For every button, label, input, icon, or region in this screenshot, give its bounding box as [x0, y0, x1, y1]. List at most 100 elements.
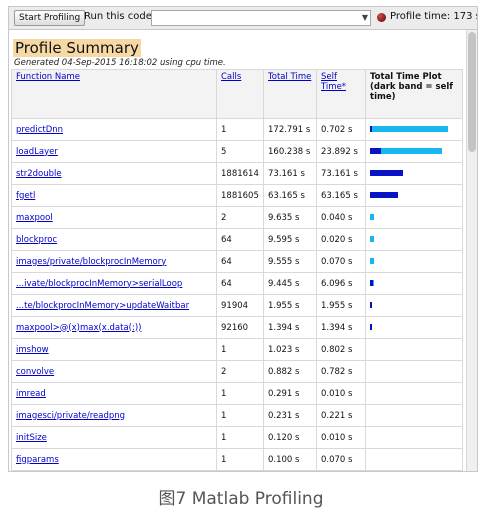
- self-time-bar: [370, 280, 373, 286]
- time-plot-bar: [370, 449, 458, 470]
- self-time-bar: [370, 324, 372, 330]
- total-time-cell: 160.238 s: [263, 140, 317, 163]
- function-name-link[interactable]: imshow: [11, 338, 217, 361]
- function-name-link[interactable]: blockproc: [11, 228, 217, 251]
- table-row: maxpool>@(x)max(x.data(:)) 92160 1.394 s 1.…: [11, 316, 463, 339]
- table-row: ...ivate/blockprocInMemory>serialLoop 64 9…: [11, 272, 463, 295]
- calls-cell: 1: [216, 448, 264, 471]
- chevron-down-icon[interactable]: ▼: [362, 11, 368, 25]
- time-plot-bar: [370, 251, 458, 272]
- calls-cell: 2: [216, 360, 264, 383]
- calls-cell: 1881605: [216, 184, 264, 207]
- function-name-link[interactable]: convolve: [11, 360, 217, 383]
- time-plot-bar: [370, 427, 458, 448]
- function-name-link[interactable]: predictDnn: [11, 118, 217, 141]
- total-time-cell: 0.100 s: [263, 448, 317, 471]
- time-plot-bar: [370, 317, 458, 338]
- time-plot-bar: [370, 229, 458, 250]
- table-row: squeeze23040.100 s0.100 s: [11, 470, 463, 471]
- self-time-cell: 0.020 s: [316, 228, 366, 251]
- function-name-link[interactable]: ...ivate/blockprocInMemory>serialLoop: [11, 272, 217, 295]
- run-code-input[interactable]: ▼: [151, 10, 371, 26]
- total-time-cell: 172.791 s: [263, 118, 317, 141]
- self-time-cell: 1.955 s: [316, 294, 366, 317]
- function-name-link[interactable]: imagesci/private/readpng: [11, 404, 217, 427]
- time-plot-cell: [365, 184, 463, 207]
- function-name-link[interactable]: imread: [11, 382, 217, 405]
- self-time-cell: 0.782 s: [316, 360, 366, 383]
- function-name-link[interactable]: maxpool>@(x)max(x.data(:)): [11, 316, 217, 339]
- total-time-cell: 9.595 s: [263, 228, 317, 251]
- figure-caption: 图7 Matlab Profiling: [158, 489, 324, 509]
- column-total-time-plot: Total Time Plot (dark band = self time): [365, 69, 463, 119]
- table-row: images/private/blockprocInMemory 64 9.555 …: [11, 250, 463, 273]
- self-time-cell: 0.100 s: [316, 470, 366, 471]
- time-plot-cell: [365, 272, 463, 295]
- self-time-cell: 0.040 s: [316, 206, 366, 229]
- table-row: figparams 1 0.100 s 0.070 s: [11, 448, 463, 471]
- calls-cell: 1: [216, 118, 264, 141]
- self-time-cell: 23.892 s: [316, 140, 366, 163]
- calls-cell: 92160: [216, 316, 264, 339]
- time-plot-bar: [370, 295, 458, 316]
- total-time-cell: 9.555 s: [263, 250, 317, 273]
- table-row: initSize 1 0.120 s 0.010 s: [11, 426, 463, 449]
- record-dot-icon: [377, 13, 386, 22]
- time-plot-bar: [370, 141, 458, 162]
- self-time-bar: [370, 126, 372, 132]
- self-time-cell: 0.802 s: [316, 338, 366, 361]
- scrollbar-thumb[interactable]: [468, 32, 476, 152]
- total-time-bar: [370, 214, 374, 220]
- page-title: Profile Summary: [13, 39, 141, 57]
- vertical-scrollbar[interactable]: [466, 30, 477, 471]
- function-name-link[interactable]: images/private/blockprocInMemory: [11, 250, 217, 273]
- table-row: predictDnn 1 172.791 s 0.702 s: [11, 118, 463, 141]
- function-name-link[interactable]: initSize: [11, 426, 217, 449]
- table-row: blockproc 64 9.595 s 0.020 s: [11, 228, 463, 251]
- generated-info: Generated 04-Sep-2015 16:18:02 using cpu…: [14, 58, 226, 68]
- time-plot-bar: [370, 207, 458, 228]
- self-time-bar: [370, 192, 398, 198]
- time-plot-cell: [365, 294, 463, 317]
- time-plot-cell: [365, 250, 463, 273]
- function-name-link[interactable]: figparams: [11, 448, 217, 471]
- function-name-link[interactable]: str2double: [11, 162, 217, 185]
- time-plot-bar: [370, 163, 458, 184]
- profile-time-label: Profile time: 173 sec: [390, 11, 477, 22]
- self-time-bar: [370, 148, 381, 154]
- time-plot-cell: [365, 426, 463, 449]
- column-self-time[interactable]: Self Time*: [316, 69, 366, 119]
- time-plot-cell: [365, 448, 463, 471]
- function-name-link[interactable]: ...te/blockprocInMemory>updateWaitbar: [11, 294, 217, 317]
- total-time-cell: 73.161 s: [263, 162, 317, 185]
- calls-cell: 64: [216, 228, 264, 251]
- profiler-toolbar: Start Profiling Run this code: ▼ Profile…: [9, 7, 477, 30]
- function-name-link[interactable]: fgetl: [11, 184, 217, 207]
- total-time-cell: 0.291 s: [263, 382, 317, 405]
- calls-cell: 1: [216, 382, 264, 405]
- column-calls[interactable]: Calls: [216, 69, 264, 119]
- time-plot-cell: [365, 404, 463, 427]
- self-time-cell: 1.394 s: [316, 316, 366, 339]
- function-name-link[interactable]: loadLayer: [11, 140, 217, 163]
- table-row: imagesci/private/readpng 1 0.231 s 0.221 s: [11, 404, 463, 427]
- table-row: loadLayer 5 160.238 s 23.892 s: [11, 140, 463, 163]
- time-plot-bar: [370, 339, 458, 360]
- total-time-cell: 0.231 s: [263, 404, 317, 427]
- column-function-name[interactable]: Function Name: [11, 69, 217, 119]
- calls-cell: 64: [216, 250, 264, 273]
- time-plot-cell: [365, 118, 463, 141]
- start-profiling-button[interactable]: Start Profiling: [14, 10, 86, 26]
- total-time-cell: 1.394 s: [263, 316, 317, 339]
- self-time-cell: 0.702 s: [316, 118, 366, 141]
- self-time-cell: 6.096 s: [316, 272, 366, 295]
- time-plot-bar: [370, 383, 458, 404]
- function-name-link[interactable]: squeeze: [11, 470, 217, 471]
- table-row: convolve 2 0.882 s 0.782 s: [11, 360, 463, 383]
- self-time-cell: 0.010 s: [316, 382, 366, 405]
- total-time-cell: 9.635 s: [263, 206, 317, 229]
- column-total-time[interactable]: Total Time: [263, 69, 317, 119]
- profile-report: Profile Summary Generated 04-Sep-2015 16…: [9, 30, 466, 471]
- self-time-cell: 0.010 s: [316, 426, 366, 449]
- function-name-link[interactable]: maxpool: [11, 206, 217, 229]
